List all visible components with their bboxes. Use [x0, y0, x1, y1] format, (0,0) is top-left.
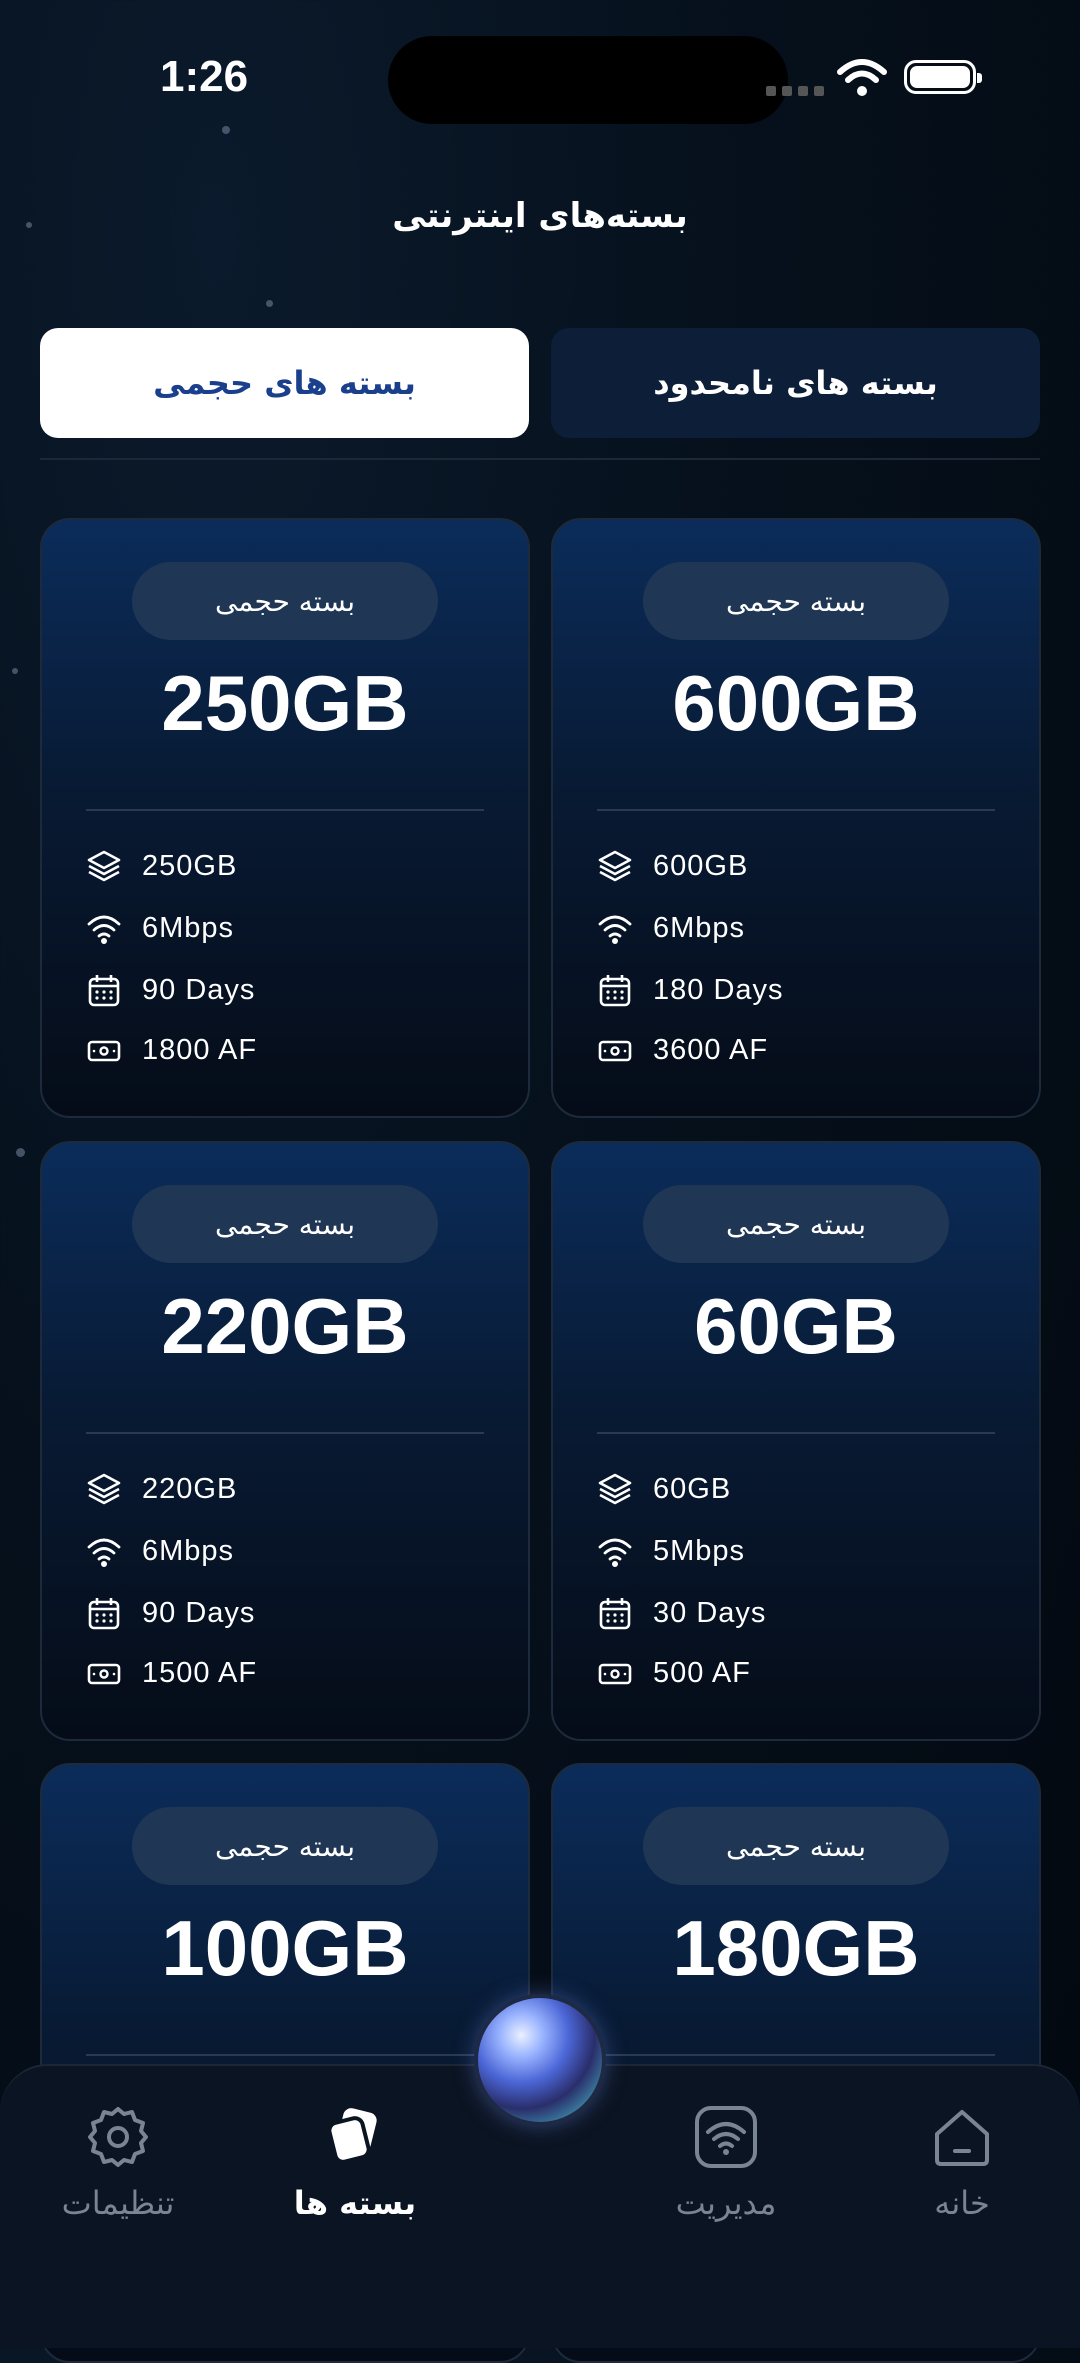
feature-duration: 180 Days	[597, 972, 784, 1008]
packages-icon	[327, 2108, 377, 2164]
package-card-60gb[interactable]: بسته حجمی 60GB 60GB 5Mbps 30 Days 500 AF	[551, 1141, 1041, 1741]
package-size: 220GB	[161, 1282, 409, 1370]
background-star	[12, 668, 18, 674]
feature-data: 250GB	[86, 848, 237, 884]
layers-icon	[87, 850, 121, 882]
feature-data-value: 220GB	[142, 1472, 238, 1505]
package-size: 100GB	[161, 1904, 409, 1992]
nav-item-manage[interactable]: مدیریت	[636, 2104, 816, 2222]
nav-label-home: خانه	[934, 2184, 990, 2222]
feature-speed-value: 6Mbps	[142, 1534, 235, 1567]
feature-price: 500 AF	[597, 1655, 751, 1691]
home-icon	[935, 2110, 989, 2166]
cash-icon	[598, 1040, 632, 1062]
feature-duration-value: 30 Days	[653, 1596, 767, 1629]
calendar-icon	[599, 975, 631, 1007]
gear-icon	[88, 2107, 148, 2167]
feature-price: 3600 AF	[597, 1032, 768, 1068]
feature-speed: 6Mbps	[86, 910, 234, 946]
layers-icon	[598, 850, 632, 882]
feature-data-value: 600GB	[653, 849, 749, 882]
wifi-status-icon	[837, 59, 887, 96]
background-star	[266, 300, 273, 307]
cellular-signal-icon	[766, 86, 824, 96]
package-card-250gb[interactable]: بسته حجمی 250GB 250GB 6Mbps 90 Days 1800…	[40, 518, 530, 1118]
card-divider	[86, 1432, 484, 1434]
package-type-badge: بسته حجمی	[132, 1807, 438, 1885]
package-size: 250GB	[161, 659, 409, 747]
assistant-orb-button[interactable]	[478, 1998, 602, 2122]
nav-item-packages[interactable]: بسته ها	[265, 2104, 445, 2222]
feature-price-value: 3600 AF	[653, 1033, 769, 1066]
tab-unlimited-packages[interactable]: بسته های نامحدود	[551, 328, 1040, 438]
feature-speed: 5Mbps	[597, 1533, 745, 1569]
feature-duration-value: 90 Days	[142, 1596, 256, 1629]
status-time: 1:26	[160, 52, 249, 101]
wifi-icon	[87, 1538, 121, 1567]
feature-speed: 6Mbps	[597, 910, 745, 946]
feature-duration: 30 Days	[597, 1595, 766, 1631]
feature-speed-value: 6Mbps	[142, 911, 235, 944]
background-star	[16, 1148, 25, 1157]
package-card-220gb[interactable]: بسته حجمی 220GB 220GB 6Mbps 90 Days 1500…	[40, 1141, 530, 1741]
feature-speed-value: 5Mbps	[653, 1534, 746, 1567]
wifi-icon	[598, 1538, 632, 1567]
feature-speed: 6Mbps	[86, 1533, 234, 1569]
feature-data: 60GB	[597, 1471, 731, 1507]
package-size: 60GB	[694, 1282, 898, 1370]
wifi-icon	[598, 915, 632, 944]
package-size: 180GB	[672, 1904, 920, 1992]
feature-duration: 90 Days	[86, 972, 255, 1008]
card-divider	[597, 2054, 995, 2056]
calendar-icon	[88, 975, 120, 1007]
cash-icon	[87, 1040, 121, 1062]
feature-duration-value: 180 Days	[653, 973, 784, 1006]
package-size: 600GB	[672, 659, 920, 747]
card-divider	[597, 1432, 995, 1434]
package-card-600gb[interactable]: بسته حجمی 600GB 600GB 6Mbps 180 Days 360…	[551, 518, 1041, 1118]
cash-icon	[598, 1663, 632, 1685]
tab-volume-packages[interactable]: بسته های حجمی	[40, 328, 529, 438]
tabs-divider	[40, 458, 1040, 460]
package-type-badge: بسته حجمی	[643, 1807, 949, 1885]
calendar-icon	[88, 1598, 120, 1630]
layers-icon	[598, 1473, 632, 1505]
package-type-badge: بسته حجمی	[643, 562, 949, 640]
feature-price-value: 1500 AF	[142, 1656, 258, 1689]
nav-label-manage: مدیریت	[675, 2184, 777, 2222]
page-title: بسته‌های اینترنتی	[392, 196, 688, 236]
feature-duration: 90 Days	[86, 1595, 255, 1631]
nav-label-settings: تنظیمات	[61, 2184, 175, 2222]
card-divider	[597, 809, 995, 811]
wifi-icon	[87, 915, 121, 944]
package-type-badge: بسته حجمی	[132, 1185, 438, 1263]
nav-label-packages: بسته ها	[293, 2184, 417, 2222]
feature-speed-value: 6Mbps	[653, 911, 746, 944]
feature-price: 1800 AF	[86, 1032, 257, 1068]
feature-data: 220GB	[86, 1471, 237, 1507]
feature-data-value: 60GB	[653, 1472, 732, 1505]
feature-data: 600GB	[597, 848, 748, 884]
layers-icon	[87, 1473, 121, 1505]
nav-item-home[interactable]: خانه	[872, 2104, 1052, 2222]
package-tabs: بسته های حجمی بسته های نامحدود	[40, 328, 1040, 438]
feature-price-value: 500 AF	[653, 1656, 751, 1689]
dynamic-island	[388, 36, 788, 124]
package-type-badge: بسته حجمی	[643, 1185, 949, 1263]
nav-item-settings[interactable]: تنظیمات	[28, 2104, 208, 2222]
feature-price-value: 1800 AF	[142, 1033, 258, 1066]
feature-data-value: 250GB	[142, 849, 238, 882]
feature-duration-value: 90 Days	[142, 973, 256, 1006]
card-divider	[86, 2054, 484, 2056]
package-type-badge: بسته حجمی	[132, 562, 438, 640]
wifi-manage-icon	[695, 2106, 757, 2168]
card-divider	[86, 809, 484, 811]
feature-price: 1500 AF	[86, 1655, 257, 1691]
battery-icon	[904, 60, 982, 94]
background-star	[222, 126, 230, 134]
cash-icon	[87, 1663, 121, 1685]
calendar-icon	[599, 1598, 631, 1630]
